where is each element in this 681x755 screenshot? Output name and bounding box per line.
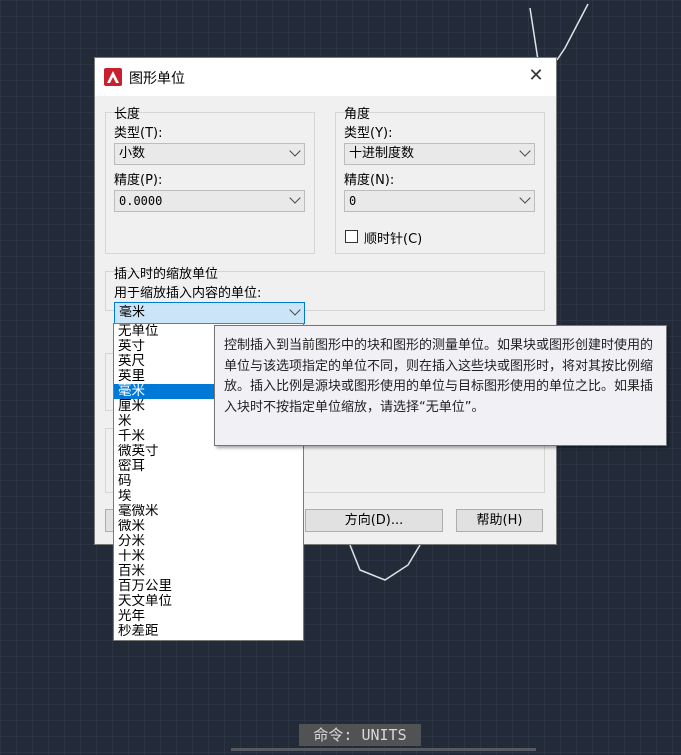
insertion-units-label: 用于缩放插入内容的单位: <box>114 286 262 301</box>
direction-button[interactable]: 方向(D)... <box>305 509 443 532</box>
dropdown-option[interactable]: 光年 <box>114 609 303 624</box>
dropdown-option[interactable]: 密耳 <box>114 459 303 474</box>
dropdown-option[interactable]: 码 <box>114 474 303 489</box>
length-type-select[interactable]: 小数 <box>114 143 305 165</box>
chevron-down-icon <box>289 145 301 157</box>
autocad-logo-icon <box>104 68 122 86</box>
angle-precision-value: 0 <box>349 194 357 208</box>
length-type-label: 类型(T): <box>114 126 163 141</box>
tooltip: 控制插入到当前图形中的块和图形的测量单位。如果块或图形创建时使用的单位与该选项指… <box>214 325 667 446</box>
dropdown-option[interactable]: 微米 <box>114 519 303 534</box>
angle-type-value: 十进制度数 <box>349 146 415 161</box>
dialog-title: 图形单位 <box>129 71 185 87</box>
dropdown-option[interactable]: 毫微米 <box>114 504 303 519</box>
dropdown-option[interactable]: 百万公里 <box>114 579 303 594</box>
command-line: 命令: UNITS <box>299 724 421 746</box>
clockwise-label[interactable]: 顺时针(C) <box>364 228 422 247</box>
dropdown-option[interactable]: 天文单位 <box>114 594 303 609</box>
dropdown-option[interactable]: 十米 <box>114 549 303 564</box>
chevron-down-icon <box>519 192 531 204</box>
insertion-scale-label: 插入时的缩放单位 <box>114 267 219 282</box>
angle-precision-label: 精度(N): <box>344 173 395 188</box>
angle-group-label: 角度 <box>344 107 371 122</box>
chevron-down-icon <box>519 145 531 157</box>
command-line-border <box>231 748 536 751</box>
dropdown-option[interactable]: 分米 <box>114 534 303 549</box>
insertion-units-value: 毫米 <box>119 305 146 320</box>
dropdown-option[interactable]: 微英寸 <box>114 444 303 459</box>
drawing-line <box>349 544 421 581</box>
angle-type-select[interactable]: 十进制度数 <box>344 143 535 165</box>
clockwise-checkbox[interactable] <box>345 230 358 243</box>
length-group-label: 长度 <box>114 107 141 122</box>
insertion-units-select[interactable]: 毫米 <box>114 302 305 324</box>
angle-type-label: 类型(Y): <box>344 126 393 141</box>
length-precision-value: 0.0000 <box>119 194 163 208</box>
dropdown-option[interactable]: 埃 <box>114 489 303 504</box>
dropdown-option[interactable]: 百米 <box>114 564 303 579</box>
help-button[interactable]: 帮助(H) <box>456 509 543 532</box>
angle-precision-select[interactable]: 0 <box>344 190 535 212</box>
length-precision-select[interactable]: 0.0000 <box>114 190 305 212</box>
dialog-titlebar: 图形单位 ✕ <box>95 58 556 96</box>
chevron-down-icon <box>289 304 301 316</box>
drawing-line <box>556 3 589 61</box>
length-type-value: 小数 <box>119 146 146 161</box>
close-icon[interactable]: ✕ <box>526 66 546 86</box>
drawing-line <box>529 7 539 61</box>
dropdown-option[interactable]: 秒差距 <box>114 624 303 639</box>
chevron-down-icon <box>289 192 301 204</box>
length-precision-label: 精度(P): <box>114 173 163 188</box>
